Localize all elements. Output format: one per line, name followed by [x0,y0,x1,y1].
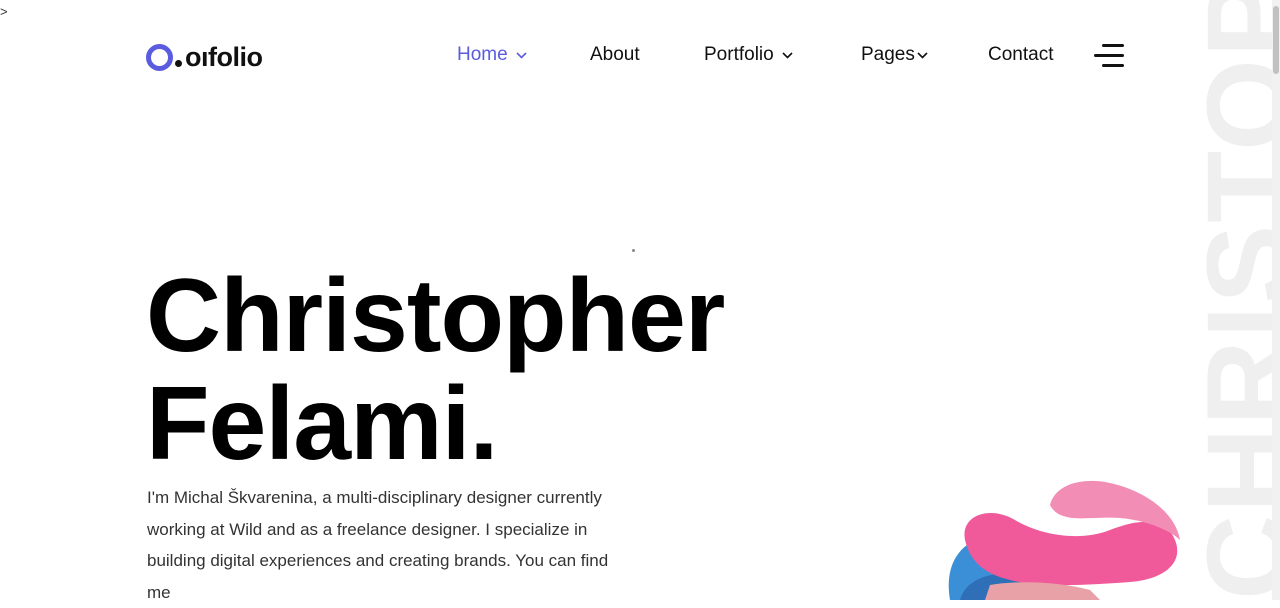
nav-item-label: About [590,44,640,65]
site-logo[interactable]: oıfolio [146,42,263,73]
stray-char: > [0,4,8,19]
nav-item-label: Portfolio [704,44,774,65]
hero-title: Christopher Felami. [146,258,725,482]
chevron-down-icon [516,51,527,59]
nav-item-contact[interactable]: Contact [988,44,1053,66]
nav-item-label: Home [457,44,508,65]
hero-description: I'm Michal Škvarenina, a multi-disciplin… [147,488,609,602]
hamburger-menu-icon[interactable] [1092,42,1124,70]
nav-item-home[interactable]: Home [457,44,527,66]
nav-item-label: Contact [988,44,1054,65]
vertical-watermark-text: CHRISTOPHER [1183,0,1280,600]
chevron-down-icon [917,51,928,59]
nav-item-about[interactable]: About [590,44,640,66]
scrollbar-thumb[interactable] [1273,6,1279,74]
logo-wordmark: oıfolio [185,42,263,72]
decorative-dot [632,249,635,252]
chevron-down-icon [782,51,793,59]
nav-item-label: Pages [861,44,915,65]
hero-paint-art [948,480,1180,600]
nav-item-pages[interactable]: Pages [861,44,928,66]
scrollbar[interactable] [1272,0,1280,600]
logo-dot-icon [175,60,182,67]
nav-item-portfolio[interactable]: Portfolio [704,44,793,66]
logo-ring-icon [146,44,173,71]
